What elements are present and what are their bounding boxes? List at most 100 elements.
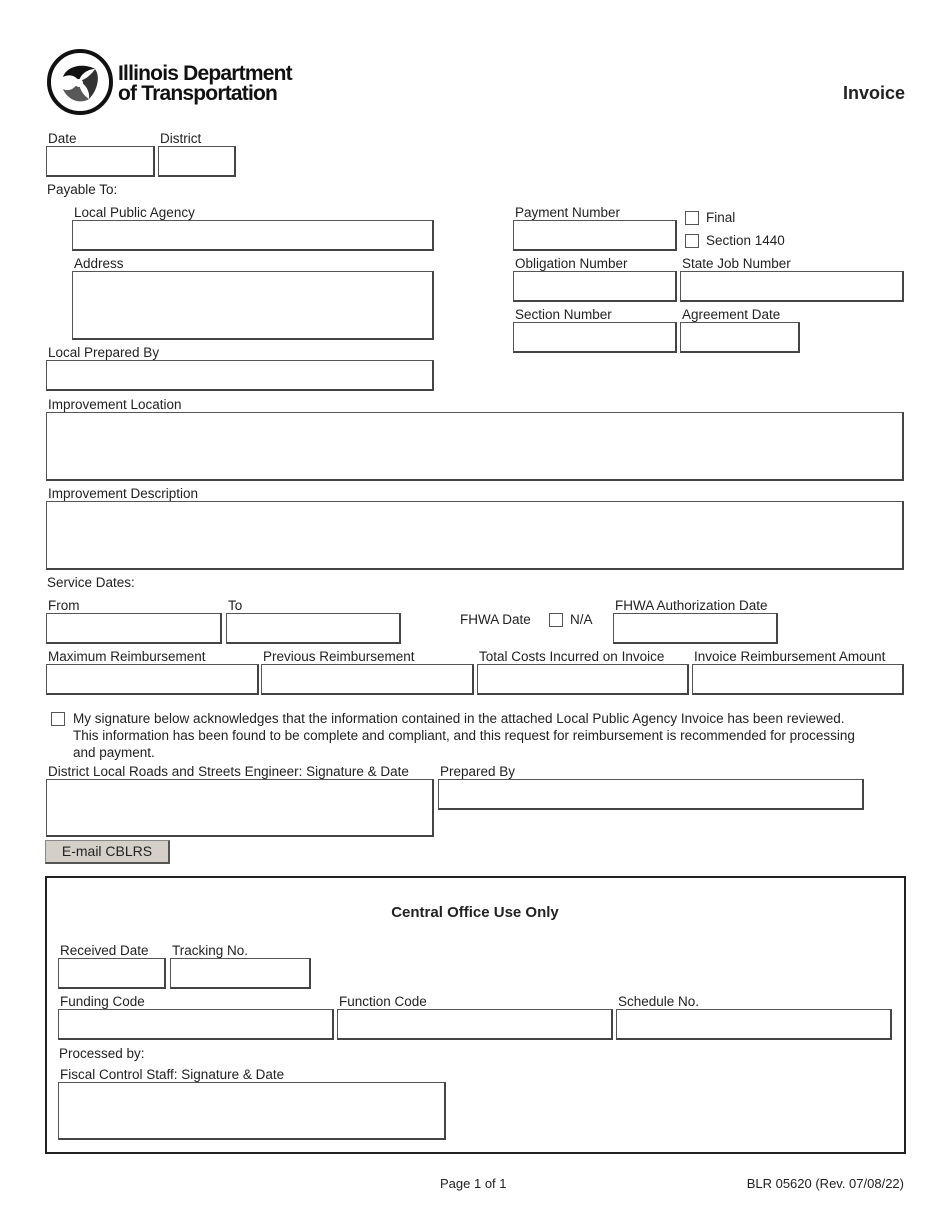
acknowledgement-line-2: This information has been found to be co… (73, 728, 855, 743)
fiscal-signature-input[interactable] (59, 1083, 444, 1138)
fiscal-signature-field[interactable] (58, 1082, 446, 1140)
district-field[interactable] (158, 146, 236, 177)
prepared-by-input[interactable] (439, 780, 862, 808)
to-date-field[interactable] (226, 613, 401, 644)
local-prepared-by-input[interactable] (47, 361, 432, 389)
received-date-input[interactable] (59, 959, 164, 987)
prepared-by-label: Prepared By (440, 764, 516, 779)
service-dates-label: Service Dates: (47, 575, 135, 590)
acknowledgement-text: My signature below acknowledges that the… (73, 710, 855, 761)
page-number: Page 1 of 1 (440, 1176, 507, 1191)
invoice-reimbursement-amount-input[interactable] (693, 665, 902, 693)
engineer-signature-input[interactable] (47, 780, 432, 835)
state-job-number-label: State Job Number (682, 256, 791, 271)
agreement-date-label: Agreement Date (682, 307, 781, 322)
processed-by-label: Processed by: (59, 1046, 145, 1061)
engineer-signature-label: District Local Roads and Streets Enginee… (48, 764, 409, 779)
section-number-input[interactable] (514, 323, 675, 351)
agency-name-line2: of Transportation (118, 82, 278, 105)
tracking-no-input[interactable] (171, 959, 309, 987)
function-code-input[interactable] (338, 1010, 611, 1038)
to-date-input[interactable] (227, 614, 399, 642)
schedule-no-input[interactable] (617, 1010, 890, 1038)
maximum-reimbursement-field[interactable] (46, 664, 259, 695)
prepared-by-field[interactable] (438, 779, 864, 810)
section-1440-checkbox[interactable] (685, 234, 699, 248)
final-checkbox[interactable] (685, 211, 699, 225)
funding-code-field[interactable] (58, 1009, 334, 1040)
maximum-reimbursement-input[interactable] (47, 665, 257, 693)
function-code-label: Function Code (339, 994, 427, 1009)
improvement-location-input[interactable] (47, 413, 902, 479)
improvement-description-field[interactable] (46, 501, 904, 570)
fhwa-authorization-date-input[interactable] (614, 614, 776, 642)
engineer-signature-field[interactable] (46, 779, 434, 837)
agency-name-line1: Illinois Department (118, 62, 293, 85)
local-prepared-by-field[interactable] (46, 360, 434, 391)
to-label: To (228, 598, 243, 613)
improvement-description-label: Improvement Description (48, 486, 199, 501)
funding-code-label: Funding Code (60, 994, 145, 1009)
fhwa-authorization-date-label: FHWA Authorization Date (615, 598, 768, 613)
tracking-no-field[interactable] (170, 958, 311, 989)
form-title: Invoice (842, 83, 905, 103)
previous-reimbursement-label: Previous Reimbursement (263, 649, 415, 664)
total-costs-input[interactable] (478, 665, 687, 693)
schedule-no-label: Schedule No. (618, 994, 700, 1009)
improvement-location-field[interactable] (46, 412, 904, 481)
idot-triskelion-icon (47, 49, 113, 115)
state-job-number-field[interactable] (680, 271, 904, 302)
fhwa-na-checkbox[interactable] (549, 613, 563, 627)
function-code-field[interactable] (337, 1009, 613, 1040)
improvement-description-input[interactable] (47, 502, 902, 568)
date-label: Date (48, 131, 77, 146)
address-input[interactable] (73, 272, 432, 338)
form-number: BLR 05620 (Rev. 07/08/22) (746, 1176, 904, 1191)
local-public-agency-label: Local Public Agency (74, 205, 195, 220)
invoice-reimbursement-amount-field[interactable] (692, 664, 904, 695)
final-label: Final (706, 210, 736, 225)
fhwa-authorization-date-field[interactable] (613, 613, 778, 644)
local-public-agency-input[interactable] (73, 221, 432, 249)
invoice-reimbursement-amount-label: Invoice Reimbursement Amount (694, 649, 886, 664)
address-label: Address (74, 256, 124, 271)
fiscal-signature-label: Fiscal Control Staff: Signature & Date (60, 1067, 285, 1082)
central-office-title: Central Office Use Only (391, 904, 559, 921)
maximum-reimbursement-label: Maximum Reimbursement (48, 649, 206, 664)
date-input[interactable] (47, 147, 153, 175)
section-number-label: Section Number (515, 307, 612, 322)
date-field[interactable] (46, 146, 155, 177)
payment-number-field[interactable] (513, 220, 677, 251)
acknowledgement-checkbox[interactable] (51, 712, 65, 726)
total-costs-field[interactable] (477, 664, 689, 695)
obligation-number-label: Obligation Number (515, 256, 628, 271)
acknowledgement-line-1: My signature below acknowledges that the… (73, 711, 845, 726)
acknowledgement-line-3: and payment. (73, 745, 155, 760)
state-job-number-input[interactable] (681, 272, 902, 300)
tracking-no-label: Tracking No. (172, 943, 249, 958)
district-input[interactable] (159, 147, 234, 175)
previous-reimbursement-input[interactable] (262, 665, 472, 693)
local-public-agency-field[interactable] (72, 220, 434, 251)
section-1440-label: Section 1440 (706, 233, 785, 248)
received-date-field[interactable] (58, 958, 166, 989)
schedule-no-field[interactable] (616, 1009, 892, 1040)
agreement-date-input[interactable] (681, 323, 798, 351)
agency-name: Illinois Department of Transportation (118, 62, 293, 105)
payment-number-input[interactable] (514, 221, 675, 249)
fhwa-na-label: N/A (570, 612, 593, 627)
from-date-input[interactable] (47, 614, 220, 642)
previous-reimbursement-field[interactable] (261, 664, 474, 695)
from-date-field[interactable] (46, 613, 222, 644)
fhwa-date-label: FHWA Date (460, 612, 531, 627)
funding-code-input[interactable] (59, 1010, 332, 1038)
total-costs-label: Total Costs Incurred on Invoice (479, 649, 665, 664)
obligation-number-field[interactable] (513, 271, 677, 302)
email-cblrs-button[interactable]: E-mail CBLRS (45, 840, 170, 864)
received-date-label: Received Date (60, 943, 149, 958)
agreement-date-field[interactable] (680, 322, 800, 353)
section-number-field[interactable] (513, 322, 677, 353)
address-field[interactable] (72, 271, 434, 340)
local-prepared-by-label: Local Prepared By (48, 345, 160, 360)
obligation-number-input[interactable] (514, 272, 675, 300)
